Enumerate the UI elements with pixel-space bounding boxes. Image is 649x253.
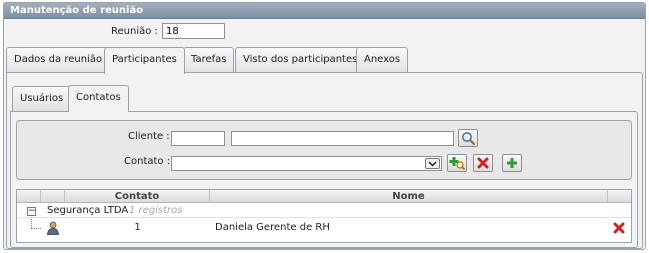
table-row[interactable]: 1 Daniela Gerente de RH <box>17 219 631 237</box>
subtab-usuarios[interactable]: Usuários <box>12 86 72 111</box>
participants-content: Usuários Contatos Cliente : Contato : Co… <box>6 72 643 249</box>
tab-participantes[interactable]: Participantes <box>104 47 185 74</box>
tree-line-h <box>31 228 41 229</box>
delete-icon <box>477 157 489 169</box>
subtab-contatos[interactable]: Contatos <box>68 85 129 112</box>
add-contato-button[interactable] <box>502 154 522 172</box>
contato-select[interactable] <box>171 156 442 171</box>
grid-header-contato[interactable]: Contato <box>65 190 210 203</box>
search-cliente-button[interactable] <box>458 129 478 147</box>
meeting-row: Reunião : <box>4 21 645 43</box>
cliente-code-input[interactable] <box>171 131 225 146</box>
tab-dados-da-reuniao[interactable]: Dados da reunião <box>6 47 111 72</box>
tab-visto-dos-participantes[interactable]: Visto dos participantes <box>235 47 366 72</box>
magnifier-icon <box>462 132 475 145</box>
grid-header-spacer <box>17 190 41 203</box>
collapse-icon[interactable]: − <box>27 207 36 216</box>
cliente-name-input[interactable] <box>231 131 454 146</box>
tab-anexos[interactable]: Anexos <box>356 47 409 72</box>
delete-icon <box>613 222 625 234</box>
tab-tarefas[interactable]: Tarefas <box>183 47 235 72</box>
grid-header-actions <box>608 190 632 203</box>
add-search-contato-button[interactable] <box>447 154 467 172</box>
group-name: Segurança LTDA <box>47 205 129 216</box>
tree-line <box>31 219 32 228</box>
plus-icon <box>507 158 517 168</box>
clear-contato-button[interactable] <box>473 154 493 172</box>
chevron-down-icon <box>425 158 440 169</box>
contacts-content: Cliente : Contato : Contato Nome − Segur… <box>10 111 638 248</box>
cell-contato: 1 <box>134 222 141 233</box>
add-search-icon <box>449 157 465 170</box>
window-title: Manutenção de reunião <box>4 3 645 19</box>
filter-box: Cliente : Contato : <box>16 120 632 180</box>
person-icon <box>46 221 60 242</box>
meeting-maintenance-panel: Manutenção de reunião Reunião : Dados da… <box>3 2 646 250</box>
contacts-grid: Contato Nome − Segurança LTDA 1 registro… <box>16 189 632 243</box>
grid-header: Contato Nome <box>17 190 631 203</box>
grid-header-nome[interactable]: Nome <box>210 190 608 203</box>
cell-nome: Daniela Gerente de RH <box>215 222 330 233</box>
group-row[interactable]: − Segurança LTDA 1 registros <box>17 204 631 218</box>
meeting-label: Reunião : <box>111 26 158 37</box>
group-count: 1 registros <box>129 205 183 216</box>
contato-label: Contato : <box>124 156 171 167</box>
meeting-number-input[interactable] <box>162 23 225 39</box>
delete-row-button[interactable] <box>613 222 625 241</box>
cliente-label: Cliente : <box>128 131 170 142</box>
grid-header-icon-col <box>41 190 65 203</box>
